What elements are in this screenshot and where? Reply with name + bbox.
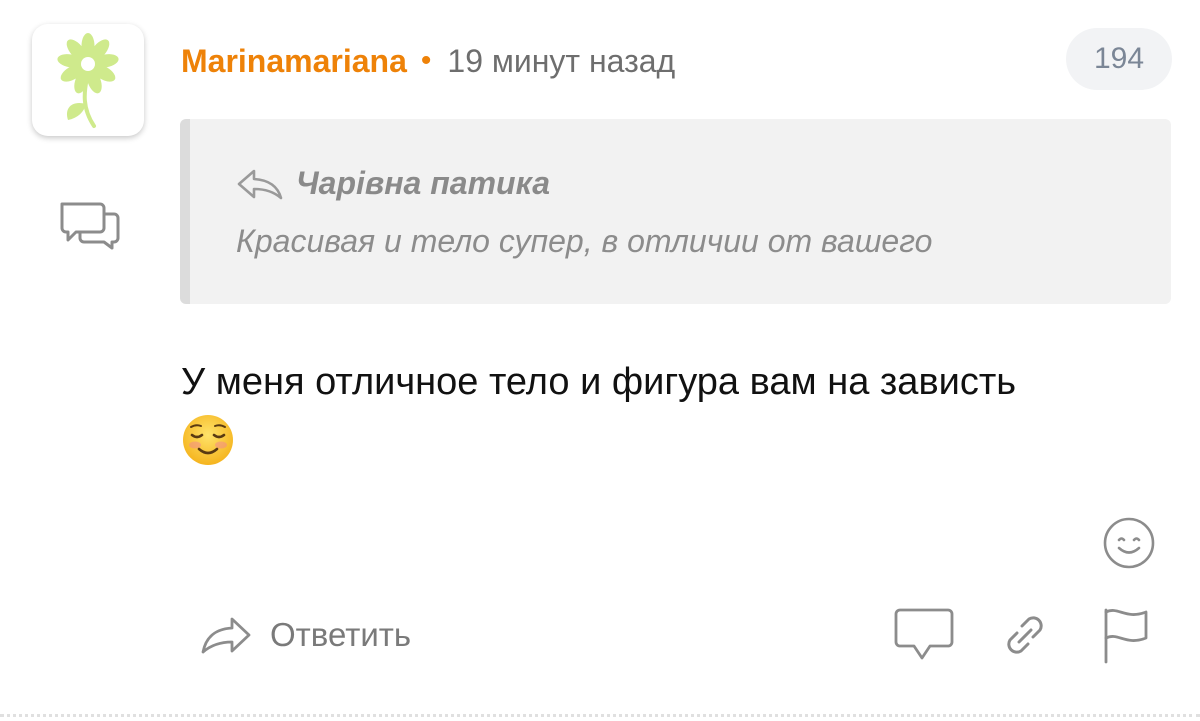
quote-header: Чарівна патика <box>236 165 550 202</box>
message-text: У меня отличное тело и фигура вам на зав… <box>181 361 1017 403</box>
separator-dot: • <box>420 44 432 77</box>
comment-icon[interactable] <box>894 606 954 664</box>
divider <box>0 714 1200 717</box>
link-icon[interactable] <box>1000 606 1050 664</box>
timestamp: 19 минут назад <box>447 42 676 79</box>
reply-arrow-icon <box>201 617 251 654</box>
reply-back-icon <box>237 169 283 199</box>
count-badge[interactable]: 194 <box>1066 28 1172 90</box>
avatar[interactable] <box>32 24 144 136</box>
quoted-comment[interactable]: Чарівна патика Красивая и тело супер, в … <box>180 119 1171 304</box>
flag-icon[interactable] <box>1102 606 1152 664</box>
comments-icon[interactable] <box>58 198 122 254</box>
reply-button[interactable]: Ответить <box>200 606 411 664</box>
smiling-face-emoji <box>183 414 233 465</box>
quote-text: Красивая и тело супер, в отличии от ваше… <box>236 223 933 259</box>
quote-author: Чарівна патика <box>296 165 550 201</box>
comment-header: Marinamariana • 19 минут назад <box>181 38 675 84</box>
smiley-icon[interactable] <box>1102 516 1156 570</box>
comment-text: У меня отличное тело и фигура вам на зав… <box>181 354 1181 467</box>
author-name[interactable]: Marinamariana <box>181 43 407 80</box>
reply-label: Ответить <box>270 616 412 653</box>
flower-icon <box>57 33 119 128</box>
